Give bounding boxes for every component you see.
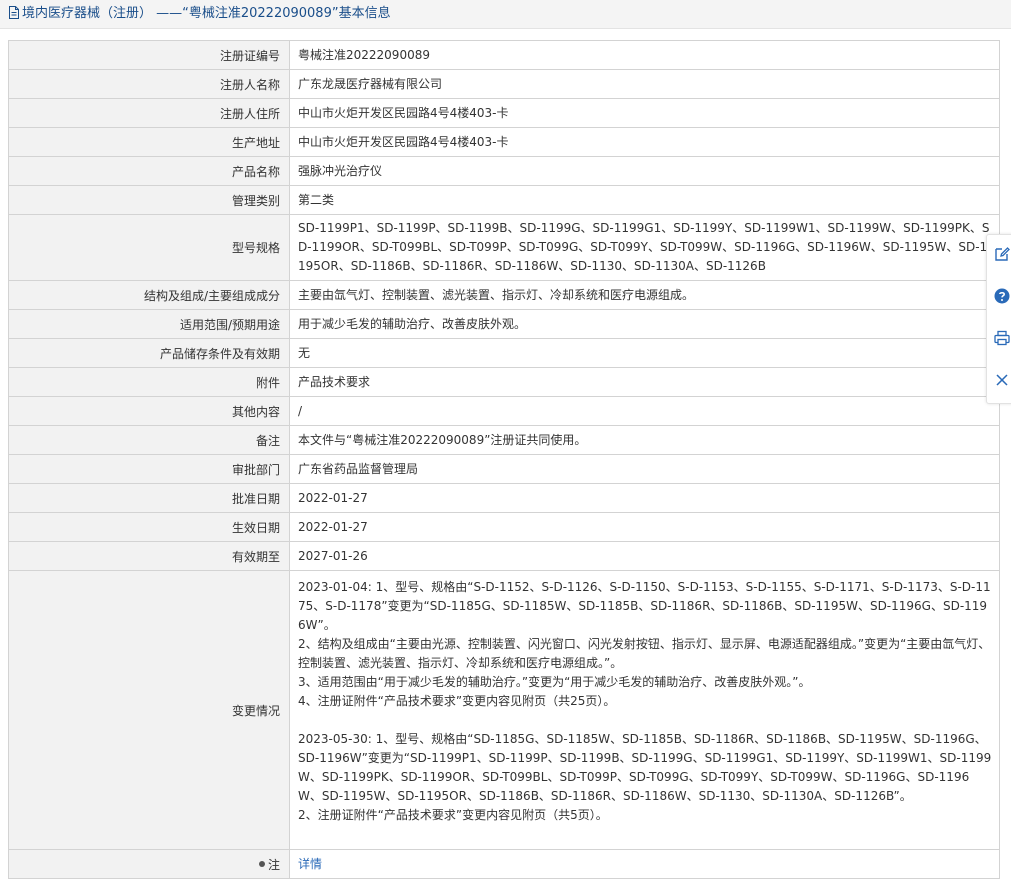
row-value: 本文件与“粤械注准20222090089”注册证共同使用。 [289, 425, 1000, 455]
table-row: 其他内容 / [8, 396, 1000, 426]
row-value: 强脉冲光治疗仪 [289, 156, 1000, 186]
change-line: 4、注册证附件“产品技术要求”变更内容见附页（共25页）。 [298, 694, 616, 708]
bullet-icon [258, 860, 265, 867]
row-label: 管理类别 [8, 185, 290, 215]
table-row: 注册人住所 中山市火炬开发区民园路4号4楼403-卡 [8, 98, 1000, 128]
table-row: 型号规格 SD-1199P1、SD-1199P、SD-1199B、SD-1199… [8, 214, 1000, 281]
table-row: 生产地址 中山市火炬开发区民园路4号4楼403-卡 [8, 127, 1000, 157]
table-row: 有效期至 2027-01-26 [8, 541, 1000, 571]
row-label: 注册人名称 [8, 69, 290, 99]
row-label: 注册证编号 [8, 40, 290, 70]
table-row: 产品名称 强脉冲光治疗仪 [8, 156, 1000, 186]
table-row: 附件 产品技术要求 [8, 367, 1000, 397]
change-line: 2、注册证附件“产品技术要求”变更内容见附页（共5页）。 [298, 808, 608, 822]
note-label-text: 注 [267, 857, 280, 872]
row-value: / [289, 396, 1000, 426]
table-row: 备注 本文件与“粤械注准20222090089”注册证共同使用。 [8, 425, 1000, 455]
row-label: 产品名称 [8, 156, 290, 186]
row-value: 2022-01-27 [289, 483, 1000, 513]
table-row: 管理类别 第二类 [8, 185, 1000, 215]
row-value: 2027-01-26 [289, 541, 1000, 571]
table-row: 适用范围/预期用途 用于减少毛发的辅助治疗、改善皮肤外观。 [8, 309, 1000, 339]
table-row: 结构及组成/主要组成成分 主要由氙气灯、控制装置、滤光装置、指示灯、冷却系统和医… [8, 280, 1000, 310]
row-value: 详情 [289, 849, 1000, 879]
note-label: 注 [8, 849, 290, 879]
row-label: 批准日期 [8, 483, 290, 513]
page-title: 境内医疗器械（注册） ——“粤械注准20222090089”基本信息 [8, 5, 391, 23]
change-line: 3、适用范围由“用于减少毛发的辅助治疗。”变更为“用于减少毛发的辅助治疗、改善皮… [298, 675, 811, 689]
floating-toolbar [986, 234, 1011, 404]
row-label: 生产地址 [8, 127, 290, 157]
row-label: 备注 [8, 425, 290, 455]
row-value: 产品技术要求 [289, 367, 1000, 397]
row-value: 用于减少毛发的辅助治疗、改善皮肤外观。 [289, 309, 1000, 339]
table-row: 产品储存条件及有效期 无 [8, 338, 1000, 368]
close-icon[interactable] [993, 371, 1011, 389]
row-value: 主要由氙气灯、控制装置、滤光装置、指示灯、冷却系统和医疗电源组成。 [289, 280, 1000, 310]
change-line: 2023-01-04: 1、型号、规格由“S-D-1152、S-D-1126、S… [298, 580, 991, 632]
table-row: 审批部门 广东省药品监督管理局 [8, 454, 1000, 484]
row-value: 中山市火炬开发区民园路4号4楼403-卡 [289, 98, 1000, 128]
table-row-changes: 变更情况 2023-01-04: 1、型号、规格由“S-D-1152、S-D-1… [8, 570, 1000, 850]
page-header: 境内医疗器械（注册） ——“粤械注准20222090089”基本信息 [0, 0, 1011, 29]
row-label: 结构及组成/主要组成成分 [8, 280, 290, 310]
row-label: 变更情况 [8, 570, 290, 850]
row-label: 注册人住所 [8, 98, 290, 128]
change-line: 2、结构及组成由“主要由光源、控制装置、闪光窗口、闪光发射按钮、指示灯、显示屏、… [298, 637, 991, 670]
info-table: 注册证编号 粤械注准20222090089 注册人名称 广东龙晟医疗器械有限公司… [8, 40, 1000, 879]
table-row: 注册证编号 粤械注准20222090089 [8, 40, 1000, 70]
row-label: 适用范围/预期用途 [8, 309, 290, 339]
row-label: 附件 [8, 367, 290, 397]
row-value: 广东省药品监督管理局 [289, 454, 1000, 484]
table-row: 注册人名称 广东龙晟医疗器械有限公司 [8, 69, 1000, 99]
page-title-text: 境内医疗器械（注册） ——“粤械注准20222090089”基本信息 [22, 6, 391, 21]
table-row: 生效日期 2022-01-27 [8, 512, 1000, 542]
row-value: 中山市火炬开发区民园路4号4楼403-卡 [289, 127, 1000, 157]
row-value: 第二类 [289, 185, 1000, 215]
row-label: 审批部门 [8, 454, 290, 484]
row-value: 无 [289, 338, 1000, 368]
row-label: 有效期至 [8, 541, 290, 571]
row-value: 广东龙晟医疗器械有限公司 [289, 69, 1000, 99]
change-line: 2023-05-30: 1、型号、规格由“SD-1185G、SD-1185W、S… [298, 732, 992, 803]
row-value: 2022-01-27 [289, 512, 1000, 542]
print-icon[interactable] [993, 329, 1011, 347]
table-row-note: 注 详情 [8, 849, 1000, 879]
row-label: 其他内容 [8, 396, 290, 426]
row-label: 产品储存条件及有效期 [8, 338, 290, 368]
row-label: 生效日期 [8, 512, 290, 542]
row-value: 粤械注准20222090089 [289, 40, 1000, 70]
help-icon[interactable] [993, 287, 1011, 305]
change-history: 2023-01-04: 1、型号、规格由“S-D-1152、S-D-1126、S… [289, 570, 1000, 850]
document-icon [9, 6, 19, 19]
details-link[interactable]: 详情 [298, 857, 322, 871]
table-row: 批准日期 2022-01-27 [8, 483, 1000, 513]
row-value: SD-1199P1、SD-1199P、SD-1199B、SD-1199G、SD-… [289, 214, 1000, 281]
edit-icon[interactable] [993, 245, 1011, 263]
row-label: 型号规格 [8, 214, 290, 281]
